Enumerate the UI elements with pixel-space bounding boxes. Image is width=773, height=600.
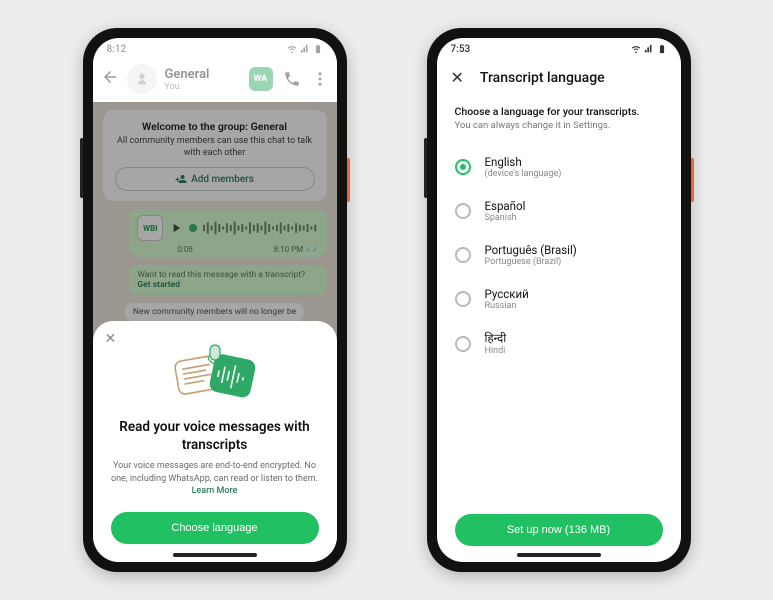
language-option[interactable]: РусскийRussian	[455, 277, 663, 321]
volume-button	[424, 138, 427, 198]
power-button	[691, 158, 694, 202]
radio-icon[interactable]	[455, 247, 471, 263]
sheet-body-text: Your voice messages are end-to-end encry…	[111, 461, 318, 484]
volume-button	[80, 138, 83, 198]
status-bar: 7:53	[437, 38, 681, 60]
battery-icon	[313, 44, 323, 54]
settings-header: ✕ Transcript language	[437, 60, 681, 99]
settings-body: Choose a language for your transcripts. …	[437, 99, 681, 562]
phone-left: 8:12 General You WA	[83, 28, 347, 572]
signal-icon	[644, 44, 654, 54]
status-icons	[631, 44, 667, 54]
learn-more-link[interactable]: Learn More	[192, 486, 238, 496]
close-icon[interactable]: ✕	[451, 68, 464, 87]
radio-icon[interactable]	[455, 159, 471, 175]
status-icons	[287, 44, 323, 54]
chat-subtitle: You	[165, 82, 241, 92]
set-up-now-button[interactable]: Set up now (136 MB)	[455, 514, 663, 546]
transcript-bottom-sheet: ✕	[93, 321, 337, 562]
group-avatar[interactable]	[127, 64, 157, 94]
chat-title-block[interactable]: General You	[165, 67, 241, 92]
gesture-bar	[517, 553, 601, 557]
language-option[interactable]: हिन्दीHindi	[455, 321, 663, 366]
sheet-illustration	[165, 341, 265, 409]
chat-header: General You WA	[93, 60, 337, 102]
battery-icon	[657, 44, 667, 54]
language-secondary: Portuguese (Brazil)	[485, 257, 577, 267]
back-arrow-icon[interactable]	[101, 68, 119, 91]
status-time: 7:53	[451, 44, 471, 55]
language-option[interactable]: English(device's language)	[455, 145, 663, 189]
lead-text: Choose a language for your transcripts.	[455, 105, 663, 118]
status-time: 8:12	[107, 44, 127, 55]
header-actions: WA	[249, 67, 329, 91]
language-primary: Português (Brasil)	[485, 243, 577, 257]
language-secondary: Russian	[485, 301, 529, 311]
phone-right: 7:53 ✕ Transcript language Choose a lang…	[427, 28, 691, 572]
language-primary: Русский	[485, 287, 529, 301]
choose-language-button[interactable]: Choose language	[111, 512, 319, 544]
language-primary: English	[485, 155, 562, 169]
kebab-menu-icon[interactable]	[311, 70, 329, 88]
radio-icon[interactable]	[455, 203, 471, 219]
screen-right: 7:53 ✕ Transcript language Choose a lang…	[437, 38, 681, 562]
screen-left: 8:12 General You WA	[93, 38, 337, 562]
signal-icon	[300, 44, 310, 54]
wifi-icon	[287, 44, 297, 54]
sub-text: You can always change it in Settings.	[455, 120, 663, 131]
radio-icon[interactable]	[455, 336, 471, 352]
brand-badge[interactable]: WA	[249, 67, 273, 91]
language-secondary: Hindi	[485, 346, 507, 356]
close-icon[interactable]: ✕	[105, 331, 117, 347]
chat-name: General	[165, 67, 241, 82]
language-secondary: (device's language)	[485, 169, 562, 179]
power-button	[347, 158, 350, 202]
language-option[interactable]: Português (Brasil)Portuguese (Brazil)	[455, 233, 663, 277]
wifi-icon	[631, 44, 641, 54]
language-primary: Español	[485, 199, 526, 213]
language-list: English(device's language)EspañolSpanish…	[455, 145, 663, 366]
page-title: Transcript language	[480, 70, 605, 86]
radio-icon[interactable]	[455, 291, 471, 307]
language-primary: हिन्दी	[485, 331, 507, 346]
language-secondary: Spanish	[485, 213, 526, 223]
call-icon[interactable]	[283, 70, 301, 88]
sheet-title: Read your voice messages with transcript…	[111, 419, 319, 454]
status-bar: 8:12	[93, 38, 337, 60]
gesture-bar	[173, 553, 257, 557]
sheet-body: Your voice messages are end-to-end encry…	[111, 460, 319, 498]
language-option[interactable]: EspañolSpanish	[455, 189, 663, 233]
